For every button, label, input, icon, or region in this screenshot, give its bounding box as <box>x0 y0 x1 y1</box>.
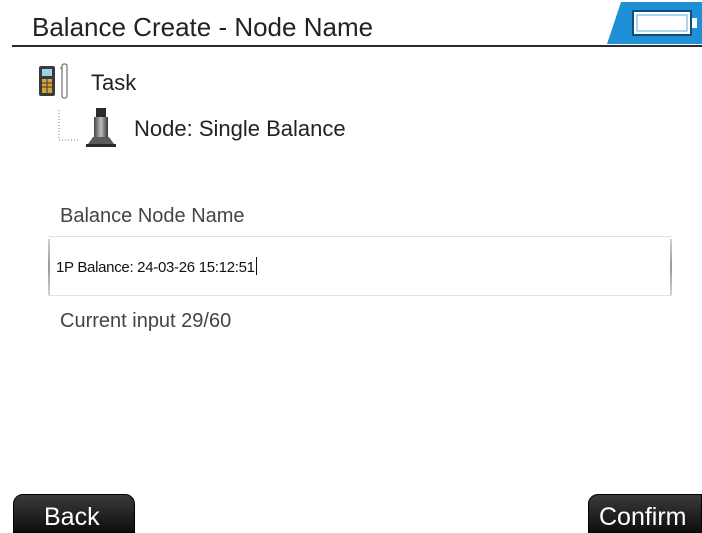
back-button-label: Back <box>44 503 100 531</box>
text-caret <box>255 257 257 275</box>
device-icon <box>36 62 76 105</box>
node-name-input[interactable]: 1P Balance: 24-03-26 15:12:51 <box>48 236 672 296</box>
page-title: Balance Create - Node Name <box>32 12 374 42</box>
back-button[interactable]: Back <box>13 494 135 533</box>
confirm-button-label: Confirm <box>599 503 687 531</box>
tree-item-task-label: Task <box>91 70 137 95</box>
tree-connector <box>58 110 78 148</box>
node-name-value: 1P Balance: 24-03-26 15:12:51 <box>56 257 257 276</box>
header-divider <box>12 45 702 47</box>
title-bar: Balance Create - Node Name <box>0 0 702 48</box>
battery-icon <box>607 0 702 46</box>
tree-item-node-label: Node: Single Balance <box>134 116 346 141</box>
sensor-icon <box>84 106 118 155</box>
node-name-label: Balance Node Name <box>60 205 245 227</box>
confirm-button[interactable]: Confirm <box>588 494 702 533</box>
input-counter: Current input 29/60 <box>60 310 232 332</box>
